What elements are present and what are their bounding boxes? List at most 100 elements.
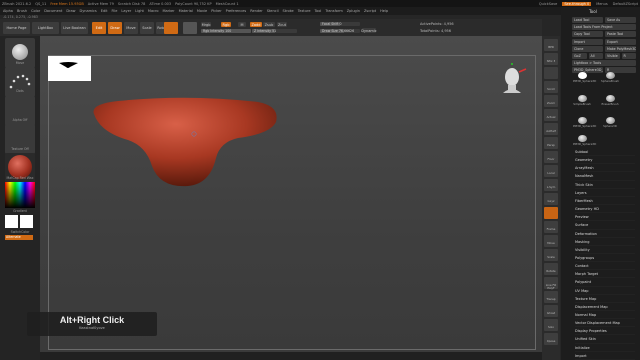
draw-size-slider[interactable]: Draw Size 76.66626 (320, 29, 360, 33)
dynamic-button[interactable]: Dynamic (361, 28, 377, 33)
tool-button[interactable]: Make PolyMesh3D (605, 45, 636, 52)
tool-menu-unified-skin[interactable]: Unified Skin (575, 336, 635, 344)
menu-movie[interactable]: Movie (197, 9, 207, 13)
secondary-color-swatch[interactable] (20, 215, 33, 228)
right-tool-move[interactable]: Move (544, 235, 558, 247)
main-color-swatch[interactable] (5, 215, 18, 228)
tool-menu-preview[interactable]: Preview (575, 214, 635, 222)
tool-menu-thick-skin[interactable]: Thick Skin (575, 182, 635, 189)
tool-menu-contact[interactable]: Contact (575, 263, 635, 271)
tool-thumbnail[interactable]: EraserBrush (601, 95, 619, 109)
right-tool-zoom[interactable]: Zoom (544, 95, 558, 107)
tool-button[interactable]: Copy Tool (572, 31, 603, 38)
menu-render[interactable]: Render (250, 9, 262, 13)
tool-menu-uv-map[interactable]: UV Map (575, 288, 635, 295)
mrgb-button[interactable]: Mrgb (201, 22, 211, 27)
menu-picker[interactable]: Picker (211, 9, 221, 13)
tool-menu-surface[interactable]: Surface (575, 222, 635, 230)
right-tool-gxyz[interactable]: Gxyz (544, 193, 558, 205)
zcut-button[interactable]: Zcut (277, 22, 287, 27)
menu-stencil[interactable]: Stencil (267, 9, 279, 13)
menu-zplugin[interactable]: Zplugin (347, 9, 360, 13)
menu-tool[interactable]: Tool (315, 9, 322, 13)
tool-menu-polygroups[interactable]: Polygroups (575, 255, 635, 263)
menu-macro[interactable]: Macro (148, 9, 159, 13)
tool-menu-polypaint[interactable]: Polypaint (575, 279, 635, 287)
tool-thumbnail[interactable]: PM3D_Sphere3D (573, 72, 596, 86)
menu-preferences[interactable]: Preferences (226, 9, 247, 13)
rgb-intensity-slider[interactable]: Rgb Intensity 100 (201, 29, 251, 33)
quicksave-button[interactable]: QuickSave (539, 2, 558, 6)
tool-menu-initialize[interactable]: Initialize (575, 345, 635, 352)
right-tool-scroll[interactable]: Scroll (544, 81, 558, 93)
live-boolean-button[interactable]: Live Boolean (61, 22, 88, 34)
tool-menu-deformation[interactable]: Deformation (575, 231, 635, 238)
focal-shift-slider[interactable]: Focal Shift 0 (320, 22, 360, 26)
tool-thumbnail[interactable]: PM3D_Sphere3D (573, 117, 596, 131)
menu-alpha[interactable]: Alpha (3, 9, 13, 13)
tool-button[interactable]: Load Tool (572, 17, 603, 23)
menu-marker[interactable]: Marker (163, 9, 175, 13)
right-tool-slot[interactable] (544, 207, 558, 219)
menu-dynamics[interactable]: Dynamics (80, 9, 97, 13)
tool-menu-fibermesh[interactable]: FiberMesh (575, 198, 635, 206)
menu-draw[interactable]: Draw (66, 9, 75, 13)
tool-button[interactable]: Paste Tool (605, 31, 636, 38)
default-zscript-button[interactable]: DefaultZScript (613, 2, 638, 6)
sculpt-mesh[interactable] (88, 96, 284, 191)
tool-button[interactable]: All (588, 53, 603, 59)
tool-button[interactable]: Visible (605, 53, 620, 59)
stroke-icon[interactable] (183, 22, 197, 34)
tool-thumbnail[interactable]: SimpleBrush (573, 95, 591, 109)
tool-button[interactable]: R (621, 53, 636, 59)
tool-menu-geometry-hd[interactable]: Geometry HD (575, 206, 635, 214)
right-tool-rotate[interactable]: Rotate (544, 263, 558, 275)
right-tool-frame[interactable]: Frame (544, 221, 558, 233)
right-tool-scale[interactable]: Scale (544, 249, 558, 261)
right-tool-actual[interactable]: Actual (544, 109, 558, 121)
tool-menu-nanomesh[interactable]: NanoMesh (575, 173, 635, 181)
tool-thumbnail[interactable]: SphereBrush (601, 72, 619, 86)
color-picker[interactable] (5, 182, 35, 208)
right-tool-floor[interactable]: Floor (544, 151, 558, 163)
tool-button[interactable]: GoZ (572, 53, 587, 59)
tool-menu-morph-target[interactable]: Morph Target (575, 271, 635, 279)
zadd-button[interactable]: Zadd (250, 22, 262, 27)
tool-menu-displacement-map[interactable]: Displacement Map (575, 304, 635, 312)
menu-stroke[interactable]: Stroke (283, 9, 294, 13)
move-button[interactable]: Move (124, 22, 138, 34)
navigation-head-icon[interactable] (498, 63, 528, 97)
right-tool-line-fill-polyf[interactable]: Line Fill PolyF (544, 277, 558, 290)
edit-button[interactable]: Edit (92, 22, 106, 34)
right-tool-solo[interactable]: Solo (544, 319, 558, 331)
tool-menu-layers[interactable]: Layers (575, 190, 635, 197)
right-tool-bpr[interactable]: BPR (544, 39, 558, 51)
menu-layer[interactable]: Layer (121, 9, 131, 13)
tool-thumbnail[interactable]: PM3D_Sphere3D (573, 135, 596, 149)
menu-edit[interactable]: Edit (101, 9, 108, 13)
tool-menu-import[interactable]: Import (575, 353, 635, 360)
tool-button[interactable]: Lightbox > Tools (572, 60, 636, 67)
switch-color-label[interactable]: SwitchColor (0, 230, 40, 234)
menu-document[interactable]: Document (44, 9, 62, 13)
menu-file[interactable]: File (112, 9, 118, 13)
tool-menu-arraymesh[interactable]: ArrayMesh (575, 165, 635, 173)
right-tool-ghost[interactable]: Ghost (544, 305, 558, 317)
tool-button[interactable]: Import (572, 38, 603, 45)
draw-button[interactable]: Draw (108, 22, 122, 34)
tool-menu-geometry[interactable]: Geometry (575, 157, 635, 165)
right-tool-spix-3[interactable]: SPix 3 (544, 53, 558, 65)
tool-menu-subtool[interactable]: Subtool (575, 149, 635, 157)
right-tool-persp[interactable]: Persp (544, 137, 558, 149)
lightbox-button[interactable]: LightBox (32, 22, 59, 34)
right-tool-slot[interactable] (544, 67, 558, 79)
menu-zscript[interactable]: Zscript (364, 9, 376, 13)
navigation-thumbnail[interactable] (48, 56, 91, 81)
menu-light[interactable]: Light (135, 9, 144, 13)
tool-menu-normal-map[interactable]: Normal Map (575, 312, 635, 320)
see-through-slider[interactable]: See-through 0 (562, 1, 592, 6)
tool-menu-masking[interactable]: Masking (575, 239, 635, 246)
menu-brush[interactable]: Brush (17, 9, 27, 13)
menu-color[interactable]: Color (31, 9, 40, 13)
m-button[interactable]: M (238, 22, 246, 27)
